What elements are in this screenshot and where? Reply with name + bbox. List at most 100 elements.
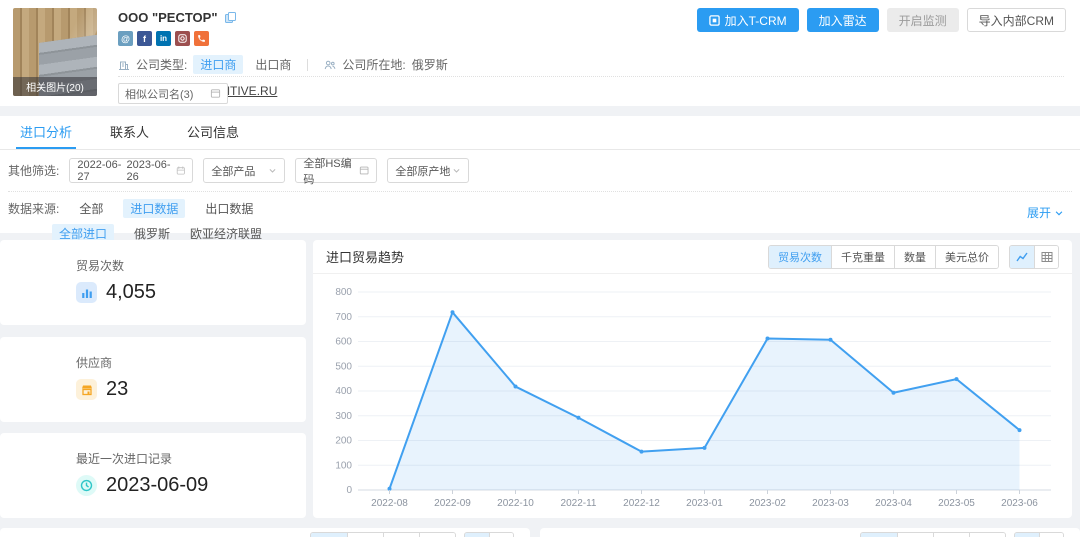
header-actions: 加入T-CRM 加入雷达 开启监测 导入内部CRM — [697, 8, 1066, 32]
svg-text:200: 200 — [335, 436, 352, 447]
date-end: 2023-06-26 — [127, 159, 176, 183]
window-icon — [359, 165, 369, 176]
calendar-icon — [176, 165, 186, 176]
stat-label: 供应商 — [76, 354, 306, 371]
svg-text:2023-02: 2023-02 — [749, 498, 786, 509]
tab-company-info[interactable]: 公司信息 — [187, 116, 239, 149]
view-toggle-group — [1009, 245, 1059, 269]
svg-text:2022-09: 2022-09 — [434, 498, 471, 509]
chart-title: 进口贸易趋势 — [326, 247, 404, 266]
linkedin-icon[interactable]: in — [156, 31, 171, 46]
metric-trade-count[interactable]: 贸易次数 — [769, 246, 831, 268]
metric-button[interactable] — [969, 533, 1005, 537]
metric-button[interactable] — [419, 533, 455, 537]
company-type-label: 公司类型: — [136, 56, 187, 73]
company-photo[interactable]: 相关图片(20) — [13, 8, 97, 96]
bottom-left-chart-card — [0, 528, 530, 537]
expand-button[interactable]: 展开 — [1027, 204, 1064, 221]
website-at-icon[interactable]: @ — [118, 31, 133, 46]
source-import-data[interactable]: 进口数据 — [123, 199, 185, 218]
table-view-button[interactable] — [1039, 533, 1063, 537]
product-select[interactable]: 全部产品 — [203, 158, 285, 183]
add-tcrm-button[interactable]: 加入T-CRM — [697, 8, 799, 32]
instagram-icon[interactable] — [175, 31, 190, 46]
bar-chart-icon — [76, 282, 97, 303]
line-chart-icon — [1016, 251, 1028, 263]
metric-button[interactable] — [347, 533, 383, 537]
source-all[interactable]: 全部 — [79, 200, 103, 217]
bottom-right-chart-card — [540, 528, 1080, 537]
stat-value: 4,055 — [106, 281, 156, 304]
company-name: OOO "PECTOP" — [118, 10, 218, 25]
tab-contacts[interactable]: 联系人 — [110, 116, 149, 149]
enable-monitor-button[interactable]: 开启监测 — [887, 8, 959, 32]
svg-text:100: 100 — [335, 460, 352, 471]
svg-text:2023-06: 2023-06 — [1001, 498, 1038, 509]
metric-weight-kg[interactable]: 千克重量 — [831, 246, 894, 268]
date-start: 2022-06-27 — [77, 159, 126, 183]
metric-button[interactable] — [383, 533, 419, 537]
hs-code-select[interactable]: 全部HS编码 — [295, 158, 377, 183]
svg-text:500: 500 — [335, 361, 352, 372]
table-icon — [1041, 251, 1053, 263]
source-export-data[interactable]: 出口数据 — [205, 200, 253, 217]
svg-text:2022-08: 2022-08 — [371, 498, 408, 509]
stat-card-last-import: 最近一次进口记录 2023-06-09 — [0, 433, 306, 518]
stat-label: 贸易次数 — [76, 257, 306, 274]
chevron-down-icon — [1054, 208, 1064, 218]
date-range-picker[interactable]: 2022-06-27 2023-06-26 — [69, 158, 193, 183]
svg-text:600: 600 — [335, 337, 352, 348]
copy-icon[interactable] — [224, 11, 237, 24]
tab-import-analysis[interactable]: 进口分析 — [20, 116, 72, 149]
import-internal-crm-button[interactable]: 导入内部CRM — [967, 8, 1066, 32]
data-source-row: 数据来源: 全部 进口数据 出口数据 — [0, 192, 1080, 218]
svg-text:800: 800 — [335, 287, 352, 298]
header-divider — [118, 76, 1064, 77]
metric-button-group: 贸易次数 千克重量 数量 美元总价 — [768, 245, 999, 269]
metric-button[interactable] — [311, 533, 347, 537]
facebook-icon[interactable]: f — [137, 31, 152, 46]
metric-quantity[interactable]: 数量 — [894, 246, 935, 268]
chevron-down-icon — [268, 166, 277, 175]
chart-controls: 贸易次数 千克重量 数量 美元总价 — [768, 245, 1059, 269]
stat-value: 2023-06-09 — [106, 474, 208, 497]
line-chart-view-button[interactable] — [1010, 246, 1034, 268]
stat-value: 23 — [106, 378, 128, 401]
other-filters-label: 其他筛选: — [8, 162, 59, 179]
metric-button-group — [310, 532, 456, 537]
svg-text:2023-05: 2023-05 — [938, 498, 975, 509]
svg-text:2022-10: 2022-10 — [497, 498, 534, 509]
origin-select[interactable]: 全部原产地 — [387, 158, 469, 183]
similar-companies-label: 相似公司名(3) — [125, 86, 193, 102]
similar-companies-button[interactable]: 相似公司名(3) — [118, 83, 228, 104]
location-label: 公司所在地: — [342, 56, 405, 73]
type-tag-exporter: 出口商 — [255, 56, 291, 73]
phone-icon[interactable] — [194, 31, 209, 46]
metric-button-group — [860, 532, 1006, 537]
table-view-button[interactable] — [489, 533, 513, 537]
svg-text:400: 400 — [335, 386, 352, 397]
add-radar-button[interactable]: 加入雷达 — [807, 8, 879, 32]
svg-text:2022-11: 2022-11 — [561, 498, 597, 509]
line-chart-view-button[interactable] — [465, 533, 489, 537]
svg-text:300: 300 — [335, 411, 352, 422]
stat-card-trade-count: 贸易次数 4,055 — [0, 240, 306, 325]
table-view-button[interactable] — [1034, 246, 1058, 268]
window-icon — [210, 88, 221, 99]
view-toggle-group — [1014, 532, 1064, 537]
company-header-card: 相关图片(20) OOO "PECTOP" @ f in 公司类型: 进口商 出… — [0, 0, 1080, 106]
building-icon — [118, 59, 130, 71]
trend-line-chart: 01002003004005006007008002022-082022-092… — [320, 276, 1065, 516]
stat-card-suppliers: 供应商 23 — [0, 337, 306, 422]
metric-button[interactable] — [861, 533, 897, 537]
svg-text:2023-03: 2023-03 — [812, 498, 849, 509]
social-links: @ f in — [118, 31, 740, 46]
metric-usd-total[interactable]: 美元总价 — [935, 246, 998, 268]
import-trend-card: 进口贸易趋势 贸易次数 千克重量 数量 美元总价 0 100 200 300 400 50… — [313, 240, 1072, 518]
filter-card: 进口分析 联系人 公司信息 其他筛选: 2022-06-27 2023-06-2… — [0, 116, 1080, 233]
metric-button[interactable] — [897, 533, 933, 537]
line-chart-view-button[interactable] — [1015, 533, 1039, 537]
svg-text:0: 0 — [346, 485, 352, 496]
data-source-label: 数据来源: — [8, 200, 59, 217]
metric-button[interactable] — [933, 533, 969, 537]
